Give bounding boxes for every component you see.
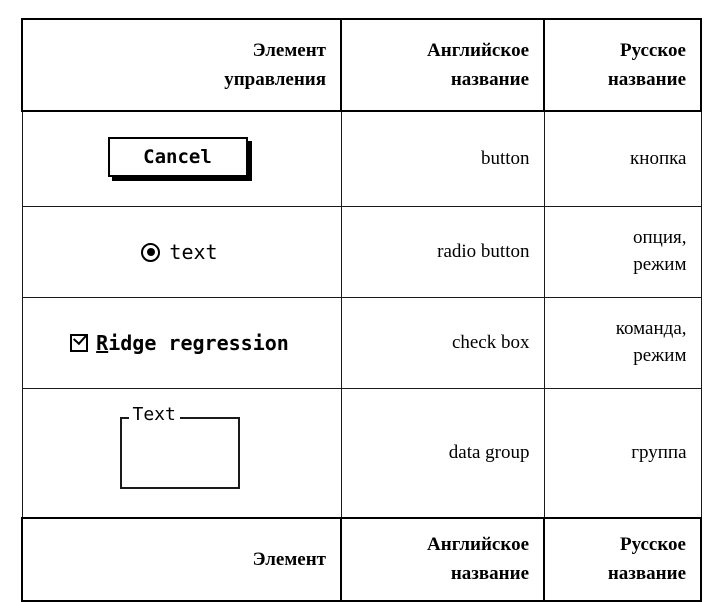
footer-header-russian-line1: Русское [619, 534, 686, 555]
table-header-row-top: Элемент управления Английское название Р… [21, 18, 702, 112]
control-holder: text [33, 240, 327, 264]
footer-header-cell-english: Английское название [340, 517, 545, 602]
header-control-line1: Элемент [252, 39, 326, 61]
header-english-line2: название [450, 69, 529, 90]
table-row-radio-button: text radio button опция, режим [21, 206, 702, 298]
radio-button-label: text [169, 240, 218, 264]
russian-radio-line2: режим [633, 254, 687, 275]
control-holder: Ridge regression [33, 330, 327, 355]
english-name-radio: radio button [340, 206, 545, 298]
russian-name-radio: опция, режим [543, 206, 702, 298]
checkbox-checked-icon[interactable] [70, 330, 89, 352]
russian-name-button: кнопка [543, 110, 702, 207]
footer-header-english-line1: Английское [427, 534, 529, 555]
english-name-checkbox: check box [340, 297, 545, 389]
page-root: Элемент управления Английское название Р… [0, 0, 717, 602]
english-name-datagroup: data group [340, 388, 545, 519]
header-cell-russian: Русское название [543, 18, 702, 112]
russian-checkbox-line2: режим [633, 345, 687, 366]
footer-header-cell-control: Элемент [21, 517, 342, 602]
check-box-control[interactable]: Ridge regression [70, 330, 289, 355]
control-cell-button: Cancel [21, 110, 342, 207]
header-cell-control: Элемент управления [21, 18, 342, 112]
radio-selected-icon[interactable] [141, 242, 161, 262]
footer-header-cell-russian: Русское название [543, 517, 702, 602]
russian-radio-line1: опция, [633, 227, 687, 249]
control-cell-datagroup: Text [21, 388, 342, 519]
data-group-box[interactable]: Text [119, 406, 240, 489]
footer-header-russian-line2: название [607, 563, 686, 585]
check-box-label: Ridge regression [96, 331, 289, 355]
check-box-accelerator: R [96, 331, 109, 355]
table-header-row-bottom: Элемент Английское название Русское назв… [21, 517, 702, 602]
header-russian-line1: Русское [619, 39, 686, 61]
control-cell-radio: text [21, 206, 342, 298]
table-row-button: Cancel button кнопка [21, 110, 702, 207]
header-cell-english: Английское название [340, 18, 545, 112]
cancel-button[interactable]: Cancel [107, 137, 248, 177]
controls-reference-table: Элемент управления Английское название Р… [21, 18, 702, 602]
data-group-legend: Text [128, 406, 180, 424]
table-row-check-box: Ridge regression check box команда, режи… [21, 297, 702, 389]
russian-checkbox-line1: команда, [615, 318, 687, 340]
russian-name-checkbox: команда, режим [543, 297, 702, 389]
russian-name-datagroup: группа [543, 388, 702, 519]
table-row-data-group: Text data group группа [21, 388, 702, 519]
control-holder: Cancel [33, 137, 327, 181]
control-holder: Text [33, 406, 327, 489]
cancel-button-label: Cancel [143, 146, 212, 168]
radio-button-control[interactable]: text [141, 240, 218, 264]
english-name-button: button [340, 110, 545, 207]
check-mark-icon [73, 330, 88, 346]
header-control-line2: управления [224, 69, 326, 90]
footer-header-english-line2: название [450, 563, 529, 585]
footer-header-control-line1: Элемент [252, 548, 326, 570]
header-english-line1: Английское [427, 39, 529, 61]
check-box-label-rest: idge regression [108, 331, 289, 355]
header-russian-line2: название [607, 69, 686, 90]
control-cell-checkbox: Ridge regression [21, 297, 342, 389]
